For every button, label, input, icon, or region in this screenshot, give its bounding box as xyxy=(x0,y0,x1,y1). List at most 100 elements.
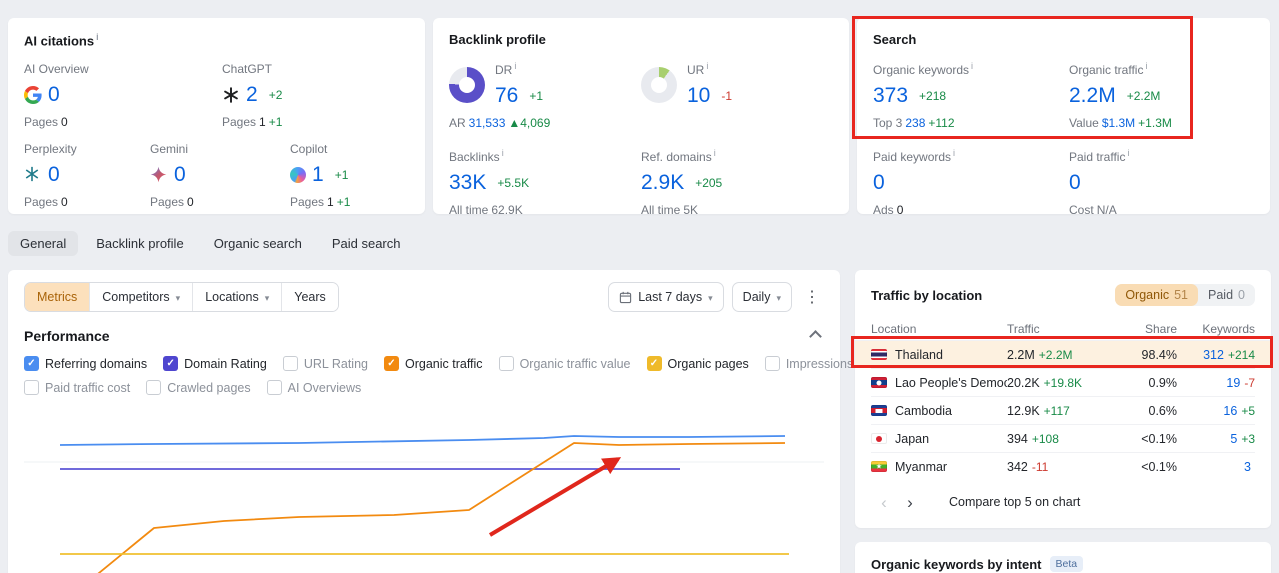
stat-value[interactable]: 2 xyxy=(246,83,258,107)
keywords-value[interactable]: 5 xyxy=(1230,432,1237,446)
value-amount[interactable]: $1.3M xyxy=(1102,116,1135,130)
ar-value[interactable]: 31,533 xyxy=(469,116,506,130)
location-name[interactable]: Lao People's Democratic Reput xyxy=(895,376,1007,390)
ads-value: 0 xyxy=(896,203,904,217)
keywords-value[interactable]: 3 xyxy=(1244,460,1251,474)
pages-value[interactable]: 0 xyxy=(187,195,194,209)
chevron-down-icon xyxy=(176,290,181,304)
pages-label: Pages xyxy=(24,195,59,210)
organic-count: 51 xyxy=(1174,288,1189,302)
metric-checkbox-ai-overviews[interactable]: AI Overviews xyxy=(266,380,361,395)
traffic-value[interactable]: 12.9K xyxy=(1007,404,1040,418)
metric-label: Referring domains xyxy=(45,356,148,371)
gemini-icon xyxy=(150,166,168,184)
table-row: Myanmar 342-11 <0.1% 3 xyxy=(871,452,1255,480)
organic-traffic-value[interactable]: 2.2M xyxy=(1069,84,1116,108)
stat-value[interactable]: 0 xyxy=(174,163,186,187)
granularity-label: Daily xyxy=(742,290,771,304)
share-value: <0.1% xyxy=(1141,459,1177,474)
prev-page-icon[interactable] xyxy=(871,489,897,515)
ads-label: Ads xyxy=(873,203,894,217)
metric-checkbox-organic-pages[interactable]: Organic pages xyxy=(646,356,749,371)
checkbox-icon xyxy=(282,356,298,371)
traffic-by-location-title: Traffic by location xyxy=(871,287,983,303)
traffic-value[interactable]: 394 xyxy=(1007,432,1028,446)
location-name[interactable]: Japan xyxy=(895,432,929,446)
tab-paid-search[interactable]: Paid search xyxy=(320,231,413,256)
location-name[interactable]: Thailand xyxy=(895,348,943,362)
organic-traffic-label: Organic traffic xyxy=(1069,63,1144,77)
paid-keywords-value[interactable]: 0 xyxy=(873,171,885,195)
paid-toggle[interactable]: Paid 0 xyxy=(1198,284,1255,306)
ai-citations-title-text: AI citations xyxy=(24,33,95,49)
date-range-dropdown[interactable]: Last 7 days xyxy=(608,282,724,312)
table-header-row: Location Traffic Share Keywords xyxy=(871,318,1255,340)
pages-value[interactable]: 1 xyxy=(327,195,334,209)
dr-value[interactable]: 76 xyxy=(495,84,518,108)
keywords-value[interactable]: 16 xyxy=(1223,404,1237,418)
competitors-label: Competitors xyxy=(102,290,170,304)
metric-label: Organic traffic value xyxy=(519,356,631,371)
tab-general[interactable]: General xyxy=(8,231,79,256)
top3-value[interactable]: 238 xyxy=(905,116,925,130)
tab-organic-search[interactable]: Organic search xyxy=(202,231,314,256)
copilot-stat: Copilot 1 +1 Pages 1 +1 xyxy=(290,142,353,209)
paid-keywords-stat: Paid keywords 0 Ads0 xyxy=(873,148,1069,217)
stat-value[interactable]: 0 xyxy=(48,163,60,187)
metric-label: Paid traffic cost xyxy=(45,380,131,395)
stat-value[interactable]: 1 xyxy=(312,163,324,187)
value-label: Value xyxy=(1069,116,1099,130)
metric-checkbox-organic-traffic-value[interactable]: Organic traffic value xyxy=(498,356,631,371)
tab-backlink-profile[interactable]: Backlink profile xyxy=(84,231,195,256)
metric-checkbox-crawled-pages[interactable]: Crawled pages xyxy=(146,380,251,395)
paid-keywords-label: Paid keywords xyxy=(873,150,952,164)
metric-checkbox-organic-traffic[interactable]: Organic traffic xyxy=(383,356,483,371)
years-button[interactable]: Years xyxy=(282,283,338,311)
locations-dropdown[interactable]: Locations xyxy=(193,283,283,311)
traffic-value[interactable]: 342 xyxy=(1007,460,1028,474)
next-page-icon[interactable] xyxy=(897,489,923,515)
metric-checkbox-referring-domains[interactable]: Referring domains xyxy=(24,356,147,371)
metrics-button[interactable]: Metrics xyxy=(25,283,91,311)
keywords-change: -7 xyxy=(1244,375,1255,390)
location-name[interactable]: Myanmar xyxy=(895,460,947,474)
pages-value[interactable]: 0 xyxy=(61,115,68,129)
laos-flag-icon xyxy=(871,377,887,388)
compare-top5-link[interactable]: Compare top 5 on chart xyxy=(949,495,1080,509)
checkbox-icon xyxy=(266,380,282,395)
traffic-value[interactable]: 2.2M xyxy=(1007,348,1035,362)
stat-label: Gemini xyxy=(150,142,189,157)
info-icon xyxy=(706,61,708,71)
performance-chart-area xyxy=(24,405,824,573)
backlinks-value[interactable]: 33K xyxy=(449,171,486,195)
traffic-location-table: Location Traffic Share Keywords Thailand… xyxy=(855,318,1271,480)
ai-citations-card: AI citations AI Overview 0 Pages0 ChatGP… xyxy=(8,18,425,214)
collapse-chevron-icon[interactable] xyxy=(809,329,822,343)
keywords-value[interactable]: 312 xyxy=(1203,348,1224,362)
organic-keywords-value[interactable]: 373 xyxy=(873,84,908,108)
pages-value[interactable]: 1 xyxy=(259,115,266,129)
traffic-value[interactable]: 20.2K xyxy=(1007,376,1040,390)
metric-checkbox-impressions[interactable]: Impressions xyxy=(764,356,853,371)
ref-domains-change: +205 xyxy=(695,176,723,190)
paid-traffic-value[interactable]: 0 xyxy=(1069,171,1081,195)
more-options-button[interactable] xyxy=(800,282,824,312)
location-name[interactable]: Cambodia xyxy=(895,404,952,418)
granularity-dropdown[interactable]: Daily xyxy=(731,282,792,312)
metric-checkbox-paid-traffic-cost[interactable]: Paid traffic cost xyxy=(24,380,130,395)
ur-value[interactable]: 10 xyxy=(687,84,710,108)
keywords-change: +214 xyxy=(1227,347,1255,362)
metric-checkbox-domain-rating[interactable]: Domain Rating xyxy=(163,356,267,371)
competitors-dropdown[interactable]: Competitors xyxy=(90,283,194,311)
chevron-down-icon xyxy=(776,290,781,304)
paid-toggle-label: Paid xyxy=(1208,288,1234,302)
organic-toggle[interactable]: Organic 51 xyxy=(1115,284,1199,306)
alltime-value: 62.9K xyxy=(491,203,523,217)
ref-domains-value[interactable]: 2.9K xyxy=(641,171,684,195)
chevron-down-icon xyxy=(265,290,270,304)
performance-chart[interactable] xyxy=(24,405,824,573)
pages-value[interactable]: 0 xyxy=(61,195,68,209)
keywords-value[interactable]: 19 xyxy=(1226,376,1240,390)
stat-value[interactable]: 0 xyxy=(48,83,60,107)
metric-checkbox-url-rating[interactable]: URL Rating xyxy=(282,356,368,371)
